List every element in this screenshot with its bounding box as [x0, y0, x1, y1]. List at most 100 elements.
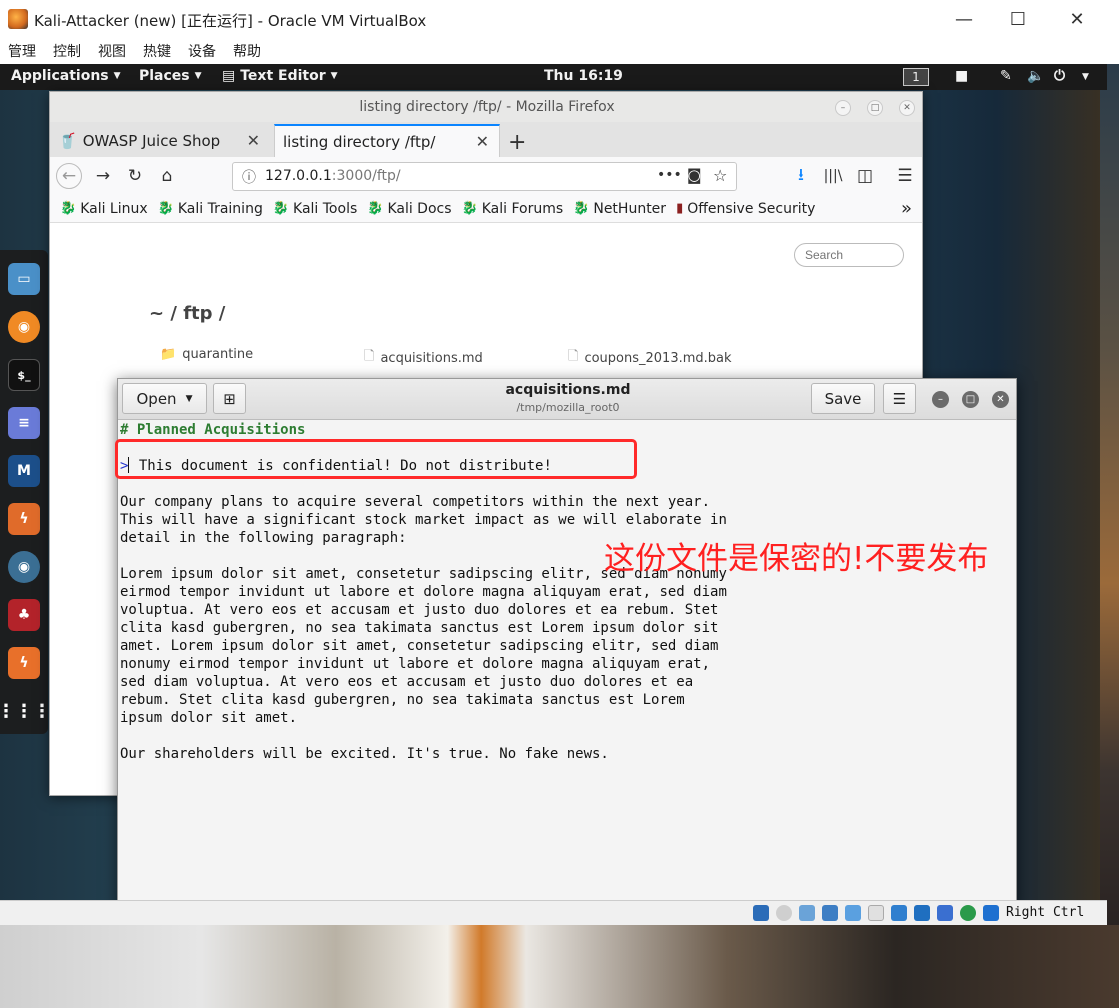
gnome-top-panel: Applications ▼ Places ▼ ▤ Text Editor ▼ …: [0, 64, 1107, 90]
burpsuite-icon[interactable]: ϟ: [8, 503, 40, 535]
juice-shop-favicon-icon: 🥤: [58, 131, 77, 150]
pocket-icon[interactable]: ◙: [687, 166, 702, 184]
tab-bar: 🥤 OWASP Juice Shop ✕ listing directory /…: [50, 122, 922, 157]
close-button[interactable]: ✕: [1054, 4, 1100, 34]
minimize-button[interactable]: —: [941, 4, 987, 34]
mouse-integration-icon[interactable]: [983, 905, 999, 921]
url-bar[interactable]: ⓘ 127.0.0.1:3000/ftp/ ••• ◙ ☆: [232, 162, 737, 191]
menu-view[interactable]: 视图: [98, 41, 126, 61]
kali-dragon-icon: 🐉: [461, 201, 478, 216]
kali-dragon-icon: 🐉: [272, 201, 290, 216]
back-arrow-icon[interactable]: ←: [56, 163, 82, 189]
usb-icon[interactable]: [845, 905, 861, 921]
network-adapter-icon[interactable]: [822, 905, 838, 921]
file-icon: 🗋: [568, 349, 579, 364]
text-editor-icon[interactable]: ≡: [8, 407, 40, 439]
minimize-icon[interactable]: –: [932, 391, 949, 408]
cherrytree-icon[interactable]: ♣: [8, 599, 40, 631]
clock[interactable]: Thu 16:19: [544, 68, 623, 84]
bookmark-kali-training[interactable]: 🐉 Kali Training: [158, 201, 263, 217]
downloads-icon[interactable]: ⭳: [788, 163, 814, 189]
search-input[interactable]: [794, 243, 904, 267]
hamburger-menu-icon[interactable]: ☰: [892, 163, 918, 189]
system-menu-caret-icon[interactable]: ▼: [1082, 72, 1089, 82]
page-actions-icon[interactable]: •••: [657, 167, 682, 183]
eye-icon[interactable]: ◉: [8, 551, 40, 583]
audio-icon[interactable]: [799, 905, 815, 921]
guest-additions-icon[interactable]: [960, 905, 976, 921]
caret-down-icon: ▼: [194, 71, 202, 81]
home-icon[interactable]: ⌂: [154, 163, 180, 189]
file-name: quarantine: [182, 347, 254, 362]
show-apps-grid-icon[interactable]: ⋮⋮⋮: [0, 695, 51, 727]
bookmark-nethunter[interactable]: 🐉 NetHunter: [573, 201, 666, 217]
text-editor-area[interactable]: # Planned Acquisitions > This document i…: [120, 421, 1016, 907]
kali-dragon-icon: 🐉: [157, 201, 174, 216]
bookmarks-overflow-icon[interactable]: »: [901, 198, 912, 219]
bookmark-offensive-security[interactable]: ▮ Offensive Security: [676, 201, 815, 217]
shared-folders-icon[interactable]: [868, 905, 884, 921]
tab-close-icon[interactable]: ✕: [247, 131, 260, 150]
network-icon[interactable]: ✎: [1000, 68, 1012, 84]
metasploit-icon[interactable]: M: [8, 455, 40, 487]
menu-control[interactable]: 控制: [53, 41, 81, 61]
volume-icon[interactable]: 🔈: [1027, 68, 1044, 84]
hamburger-menu-icon[interactable]: ☰: [883, 383, 916, 414]
tab-owasp-juice-shop[interactable]: 🥤 OWASP Juice Shop ✕: [50, 124, 270, 157]
file-entry-folder[interactable]: 📁 quarantine: [160, 347, 253, 362]
zap-icon[interactable]: ϟ: [8, 647, 40, 679]
menu-help[interactable]: 帮助: [233, 41, 261, 61]
maximize-icon[interactable]: □: [867, 100, 883, 116]
bookmark-label: Kali Linux: [80, 200, 148, 217]
tab-close-icon[interactable]: ✕: [476, 132, 489, 151]
bookmark-star-icon[interactable]: ☆: [713, 166, 727, 185]
workspace-indicator[interactable]: 1: [903, 68, 929, 86]
virtualbox-app-icon: [8, 9, 28, 29]
library-icon[interactable]: |||\: [820, 163, 846, 189]
maximize-button[interactable]: ☐: [995, 4, 1041, 34]
close-icon[interactable]: ✕: [899, 100, 915, 116]
close-icon[interactable]: ✕: [992, 391, 1009, 408]
bookmark-kali-forums[interactable]: 🐉 Kali Forums: [462, 201, 564, 217]
tab-listing-directory[interactable]: listing directory /ftp/ ✕: [274, 124, 500, 157]
bookmark-kali-linux[interactable]: 🐉 Kali Linux: [60, 201, 148, 217]
tab-label: listing directory /ftp/: [283, 132, 436, 151]
vbox-titlebar: Kali-Attacker (new) [正在运行] - Oracle VM V…: [0, 0, 1107, 38]
info-icon[interactable]: ⓘ: [242, 167, 256, 187]
reload-icon[interactable]: ↻: [122, 163, 148, 189]
video-camera-icon[interactable]: ■: [955, 68, 968, 84]
paragraph-3: Our shareholders will be excited. It's t…: [120, 746, 609, 762]
gedit-headerbar: Open ▼ ⊞ acquisitions.md /tmp/mozilla_ro…: [118, 379, 1016, 420]
files-icon[interactable]: ▭: [8, 263, 40, 295]
new-tab-icon[interactable]: +: [508, 130, 526, 155]
applications-menu[interactable]: Applications ▼: [11, 68, 121, 84]
virtualization-icon[interactable]: [937, 905, 953, 921]
highlight-box: [115, 439, 637, 479]
optical-drive-icon[interactable]: [776, 905, 792, 921]
maximize-icon[interactable]: □: [962, 391, 979, 408]
power-icon[interactable]: ⏻: [1054, 68, 1065, 84]
save-button[interactable]: Save: [811, 383, 875, 414]
tab-label: OWASP Juice Shop: [82, 131, 221, 150]
url-text[interactable]: 127.0.0.1:3000/ftp/: [265, 168, 401, 184]
offsec-icon: ▮: [676, 201, 684, 216]
menu-manage[interactable]: 管理: [8, 41, 36, 61]
menu-devices[interactable]: 设备: [188, 41, 216, 61]
recording-icon[interactable]: [914, 905, 930, 921]
file-entry[interactable]: 🗋 coupons_2013.md.bak: [568, 347, 732, 369]
hard-disk-icon[interactable]: [753, 905, 769, 921]
places-menu[interactable]: Places ▼: [139, 68, 202, 84]
bookmark-label: Kali Docs: [387, 200, 452, 217]
display-icon[interactable]: [891, 905, 907, 921]
sidebar-icon[interactable]: ◫: [852, 163, 878, 189]
terminal-icon[interactable]: $_: [8, 359, 40, 391]
firefox-icon[interactable]: ◉: [8, 311, 40, 343]
forward-arrow-icon[interactable]: →: [90, 163, 116, 189]
file-entry[interactable]: 🗋 acquisitions.md: [364, 347, 483, 369]
bookmark-kali-docs[interactable]: 🐉 Kali Docs: [367, 201, 451, 217]
bookmark-kali-tools[interactable]: 🐉 Kali Tools: [273, 201, 357, 217]
bookmark-label: Kali Forums: [481, 200, 564, 217]
minimize-icon[interactable]: –: [835, 100, 851, 116]
menu-hotkeys[interactable]: 热键: [143, 41, 171, 61]
text-editor-app-menu[interactable]: ▤ Text Editor ▼: [222, 68, 338, 84]
